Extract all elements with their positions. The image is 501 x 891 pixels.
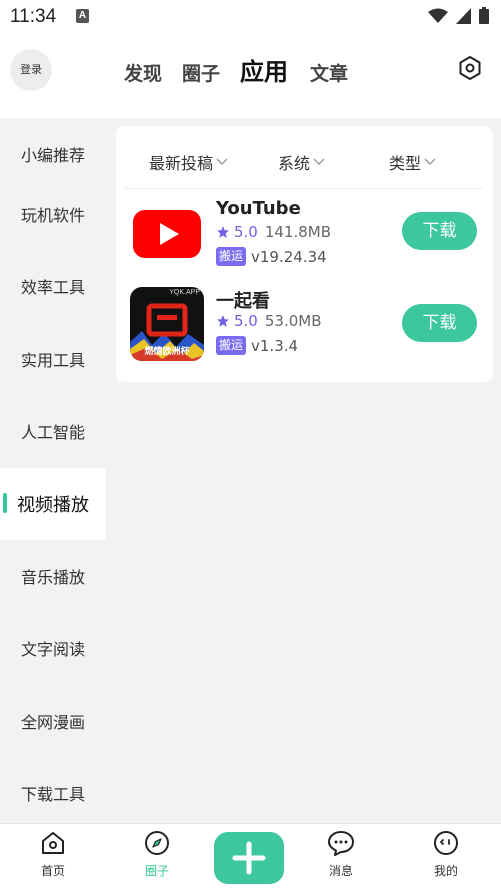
chevron-down-icon [216,158,228,165]
app-version: v1.3.4 [251,336,299,355]
chat-bubble-icon [328,831,354,856]
sidebar-item-label: 玩机软件 [20,206,85,225]
sidebar-item-label: 视频播放 [17,495,89,516]
app-size: 141.8MB [264,223,332,241]
star-icon [217,226,229,238]
cellular-signal-icon [456,7,471,24]
app-version: v19.24.34 [251,247,327,266]
download-button[interactable]: 下载 [402,304,477,342]
nav-circle[interactable]: 圈子 [127,830,187,879]
nav-home[interactable]: 首页 [23,830,83,879]
sidebar-item-label: 音乐播放 [20,568,85,587]
filter-label: 最新投稿 [149,154,214,173]
status-icons [428,7,489,24]
chevron-down-icon [424,158,436,165]
category-sidebar: 小编推荐 玩机软件 效率工具 实用工具 人工智能 视频播放 音乐播放 文字阅读 … [0,118,106,823]
app-size: 53.0MB [264,312,322,330]
settings-hexagon-icon [459,56,481,80]
sidebar-item-video-player[interactable]: 视频播放 [0,468,106,540]
icon-brand-text: YQK.APP [169,289,200,296]
repost-badge: 搬运 [216,247,247,266]
sidebar-item-music-player[interactable]: 音乐播放 [0,540,106,612]
sidebar-item-utilities[interactable]: 实用工具 [0,323,106,395]
status-bar: 11:34 A [0,0,501,34]
publish-plus-button[interactable] [214,832,284,884]
app-list-item[interactable]: YouTube 5.0 141.8MB 搬运 v19.24.34 下载 [116,198,493,288]
settings-button[interactable] [456,54,484,82]
filter-label: 系统 [278,154,311,173]
filter-type[interactable]: 类型 [389,150,436,174]
app-header: 登录 发现 圈子 应用 文章 [0,34,501,118]
filter-divider [124,188,483,189]
sidebar-item-ai[interactable]: 人工智能 [0,395,106,467]
star-icon [217,315,229,327]
app-name: YouTube [216,198,301,219]
filter-latest[interactable]: 最新投稿 [149,150,228,174]
bottom-navigation: 首页 圈子 消息 我的 [0,823,501,891]
sidebar-item-productivity[interactable]: 效率工具 [0,250,106,322]
youtube-logo-icon [130,198,204,272]
sidebar-item-label: 文字阅读 [20,640,85,659]
sidebar-item-label: 下载工具 [20,785,85,804]
tab-circle[interactable]: 圈子 [182,59,220,86]
home-icon [42,832,64,854]
repost-badge: 搬运 [216,336,247,355]
active-indicator [3,493,7,513]
top-tabs: 发现 圈子 应用 文章 [124,52,368,87]
notification-a-icon: A [76,9,89,23]
filter-bar: 最新投稿 系统 类型 [116,150,493,174]
face-icon [434,831,458,855]
filter-label: 类型 [389,154,422,173]
app-list-item[interactable]: YQK.APP 燃情欧洲杯 一起看 5.0 53.0MB 搬运 v1.3.4 下… [116,287,493,377]
login-button[interactable]: 登录 [10,49,52,91]
sidebar-item-reading[interactable]: 文字阅读 [0,612,106,684]
chevron-down-icon [313,158,325,165]
filter-system[interactable]: 系统 [278,150,325,174]
app-rating: 5.0 [234,223,258,241]
app-name: 一起看 [216,291,270,312]
app-version-row: 搬运 v19.24.34 [216,247,327,266]
sidebar-item-label: 小编推荐 [20,146,85,165]
nav-label: 首页 [40,864,65,878]
tab-articles[interactable]: 文章 [310,59,348,86]
wifi-icon [428,8,448,23]
app-meta: 5.0 53.0MB [216,312,322,330]
tab-apps[interactable]: 应用 [240,52,288,87]
app-list-card: 最新投稿 系统 类型 YouTube 5.0 141.8MB 搬运 v19.24… [116,126,493,382]
sidebar-item-label: 效率工具 [20,278,85,297]
sidebar-item-downloaders[interactable]: 下载工具 [0,757,106,829]
status-time: 11:34 [10,6,57,27]
battery-icon [479,7,489,24]
compass-icon [145,831,169,855]
sidebar-item-label: 实用工具 [20,351,85,370]
tab-discover[interactable]: 发现 [124,59,162,86]
yiqikan-app-icon: YQK.APP 燃情欧洲杯 [130,287,204,361]
sidebar-item-comics[interactable]: 全网漫画 [0,685,106,757]
nav-label: 圈子 [144,864,169,878]
sidebar-item-label: 全网漫画 [20,713,85,732]
app-version-row: 搬运 v1.3.4 [216,336,298,355]
nav-label: 我的 [433,864,458,878]
nav-messages[interactable]: 消息 [311,830,371,879]
nav-profile[interactable]: 我的 [416,830,476,879]
app-meta: 5.0 141.8MB [216,223,331,241]
icon-caption-text: 燃情欧洲杯 [144,347,190,357]
plus-icon [232,841,266,875]
app-rating: 5.0 [234,312,258,330]
sidebar-item-label: 人工智能 [20,423,85,442]
nav-label: 消息 [328,864,353,878]
sidebar-item-phone-tweaks[interactable]: 玩机软件 [0,178,106,250]
download-button[interactable]: 下载 [402,212,477,250]
